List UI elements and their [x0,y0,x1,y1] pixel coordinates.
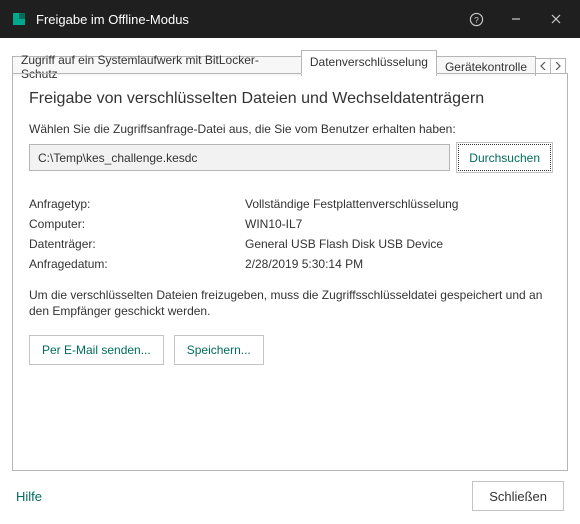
minimize-button[interactable] [496,0,536,38]
app-logo-icon [10,10,28,28]
label-computer: Computer: [29,217,245,231]
tab-encryption[interactable]: Datenverschlüsselung [301,50,437,74]
help-icon[interactable]: ? [456,0,496,38]
tab-scroll-left-button[interactable] [535,58,551,74]
tab-label: Datenverschlüsselung [310,55,428,69]
file-path-field[interactable]: C:\Temp\kes_challenge.kesdc [29,144,450,171]
titlebar: Freigabe im Offline-Modus ? [0,0,580,38]
work-area: Zugriff auf ein Systemlaufwerk mit BitLo… [0,38,580,474]
close-button[interactable]: Schließen [472,481,564,511]
svg-text:?: ? [474,14,479,24]
label-request-date: Anfragedatum: [29,257,245,271]
value-request-date: 2/28/2019 5:30:14 PM [245,257,551,271]
tab-scroll-controls [536,58,566,74]
tab-panel: Freigabe von verschlüsselten Dateien und… [12,73,568,471]
file-path-value: C:\Temp\kes_challenge.kesdc [38,151,197,165]
tab-strip: Zugriff auf ein Systemlaufwerk mit BitLo… [12,50,568,74]
value-request-type: Vollständige Festplattenverschlüsselung [245,197,551,211]
panel-heading: Freigabe von verschlüsselten Dateien und… [29,90,551,108]
footer: Hilfe Schließen [0,474,580,524]
file-row: C:\Temp\kes_challenge.kesdc Durchsuchen [29,144,551,171]
action-row: Per E-Mail senden... Speichern... [29,335,551,365]
tab-scroll-right-button[interactable] [550,58,566,74]
window-title: Freigabe im Offline-Modus [36,12,456,27]
instruction-text: Wählen Sie die Zugriffsanfrage-Datei aus… [29,122,551,136]
send-email-label: Per E-Mail senden... [42,343,151,357]
close-window-button[interactable] [536,0,576,38]
save-button[interactable]: Speichern... [174,335,264,365]
label-request-type: Anfragetyp: [29,197,245,211]
tab-label: Gerätekontrolle [445,60,527,74]
send-email-button[interactable]: Per E-Mail senden... [29,335,164,365]
close-label: Schließen [489,489,547,504]
details-grid: Anfragetyp: Vollständige Festplattenvers… [29,197,551,271]
help-link[interactable]: Hilfe [16,489,42,504]
value-drive: General USB Flash Disk USB Device [245,237,551,251]
label-drive: Datenträger: [29,237,245,251]
browse-button[interactable]: Durchsuchen [458,144,551,171]
note-text: Um die verschlüsselten Dateien freizugeb… [29,287,551,319]
browse-label: Durchsuchen [469,151,540,165]
save-label: Speichern... [187,343,251,357]
value-computer: WIN10-IL7 [245,217,551,231]
